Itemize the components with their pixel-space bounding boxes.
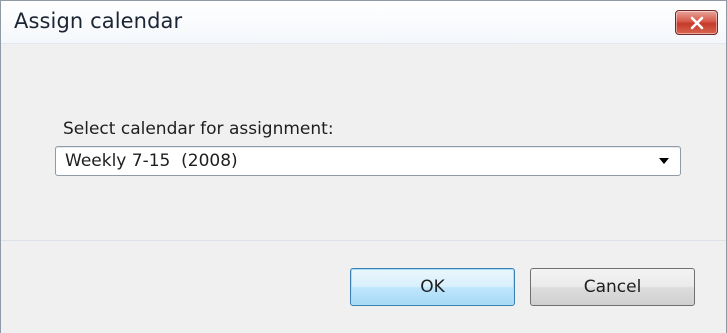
assign-calendar-dialog: Assign calendar Select calendar for assi…: [0, 0, 727, 333]
dialog-footer: OK Cancel: [1, 241, 726, 333]
calendar-select-label: Select calendar for assignment:: [63, 119, 334, 139]
title-bar[interactable]: Assign calendar: [1, 0, 726, 44]
close-button[interactable]: [675, 10, 718, 35]
dialog-title: Assign calendar: [14, 9, 183, 33]
cancel-button[interactable]: Cancel: [530, 268, 695, 306]
ok-button[interactable]: OK: [350, 268, 515, 306]
close-x-icon: [689, 16, 705, 30]
calendar-dropdown[interactable]: Weekly 7-15 (2008): [55, 146, 681, 176]
calendar-dropdown-value: Weekly 7-15 (2008): [65, 151, 238, 171]
dialog-content: Select calendar for assignment: Weekly 7…: [1, 44, 726, 240]
chevron-down-icon[interactable]: [659, 158, 669, 164]
